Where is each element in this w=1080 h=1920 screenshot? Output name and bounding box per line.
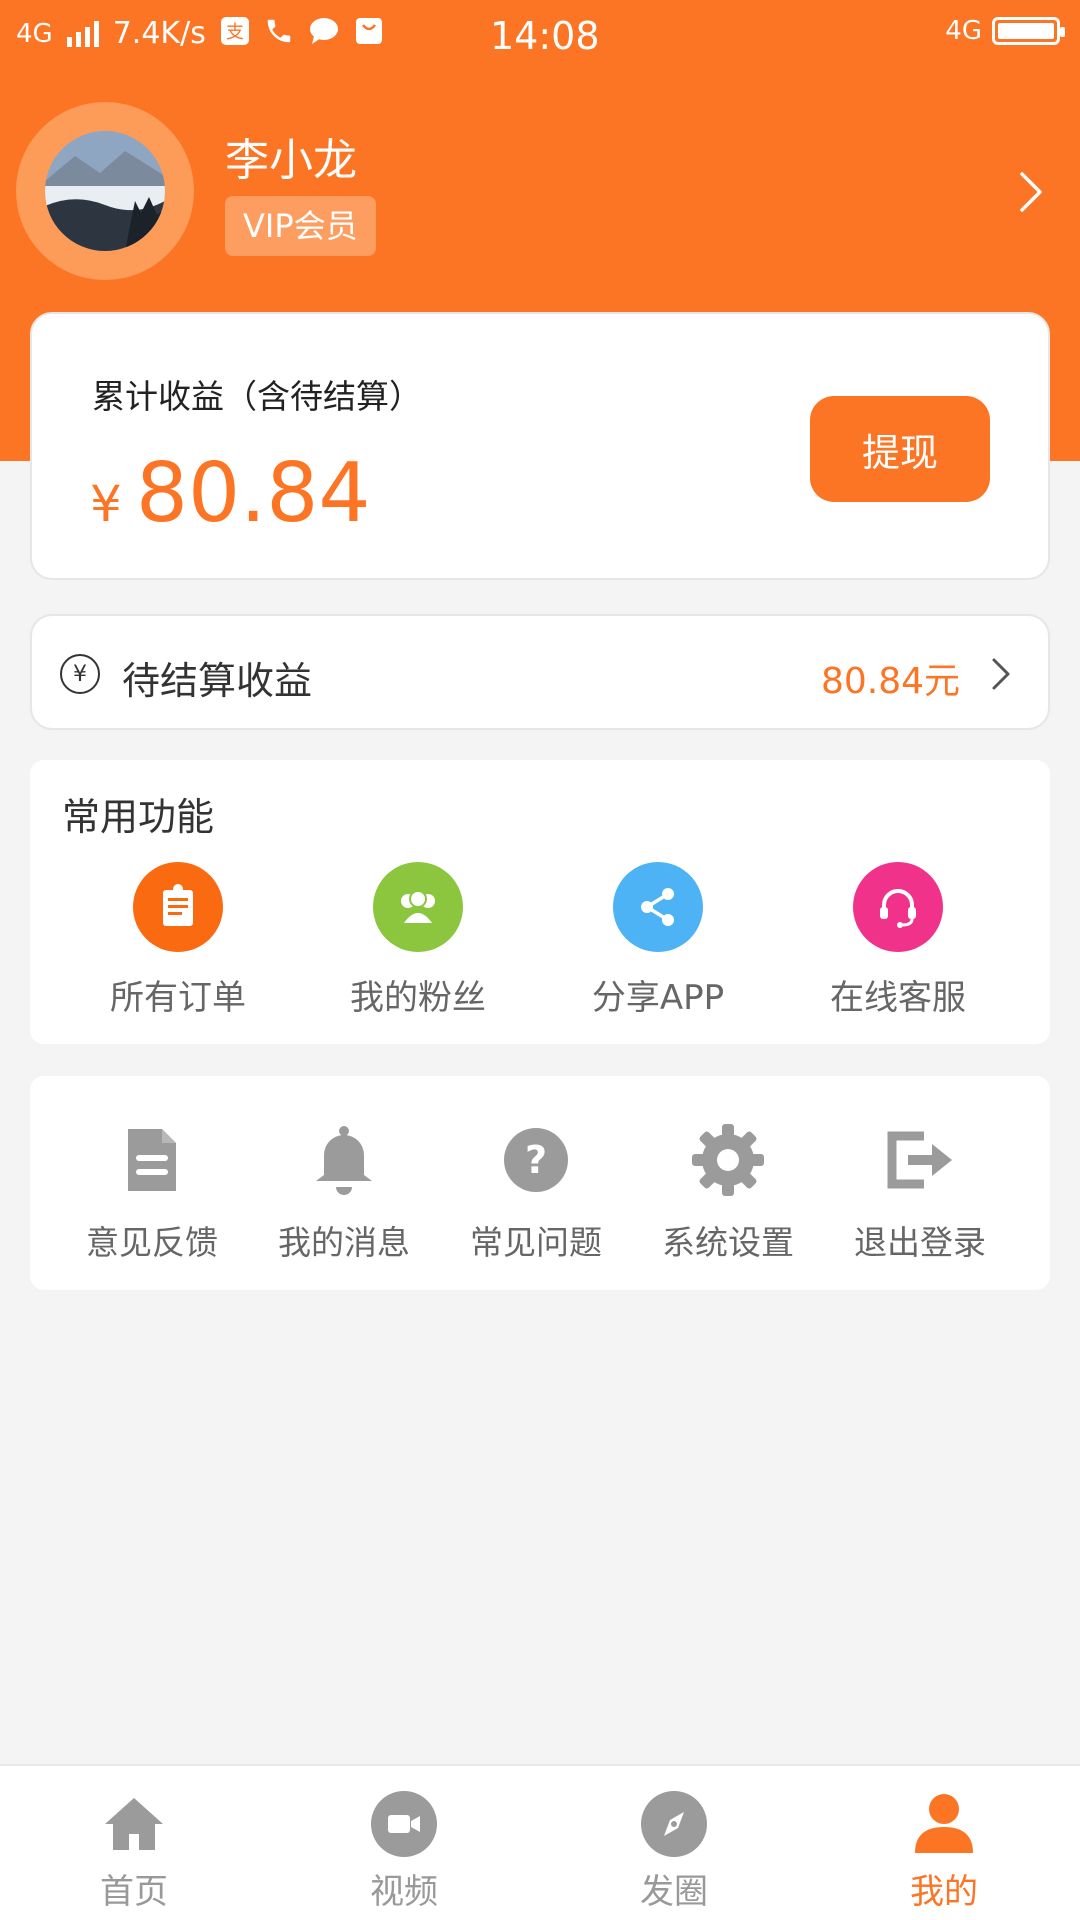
share-icon: [613, 862, 703, 952]
nav-label: 视频: [370, 1872, 438, 1912]
chevron-right-icon: [988, 654, 1014, 694]
pending-earnings-value: 80.84元: [820, 661, 960, 702]
svg-text:支: 支: [226, 22, 244, 43]
earnings-value: 80.84: [135, 446, 371, 541]
logout-icon: [880, 1120, 960, 1200]
user-name: 李小龙: [225, 135, 357, 186]
function-label: 我的粉丝: [350, 978, 486, 1018]
my-messages-button[interactable]: 我的消息: [254, 1120, 434, 1264]
earnings-card: 累计收益（含待结算） ¥ 80.84 提现: [30, 312, 1050, 580]
nav-moments[interactable]: 发圈: [574, 1788, 774, 1913]
all-orders-button[interactable]: 所有订单: [78, 862, 278, 1019]
chevron-right-icon[interactable]: [1010, 168, 1050, 216]
tools-card: 意见反馈 我的消息 ? 常见问题 系统设置 退出登录: [30, 1076, 1050, 1290]
currency-symbol: ¥: [90, 475, 122, 533]
nav-video[interactable]: 视频: [304, 1788, 504, 1913]
settings-button[interactable]: 系统设置: [638, 1120, 818, 1264]
phone-icon: [264, 16, 294, 51]
online-service-button[interactable]: 在线客服: [798, 862, 998, 1019]
bell-icon: [304, 1120, 384, 1200]
feedback-button[interactable]: 意见反馈: [62, 1120, 242, 1264]
orders-icon: [133, 862, 223, 952]
gear-icon: [688, 1120, 768, 1200]
signal-icon: [66, 20, 99, 47]
battery-icon: [992, 17, 1065, 45]
tool-label: 我的消息: [278, 1223, 410, 1262]
shopping-bag-icon: [354, 16, 384, 51]
yen-coin-icon: ¥: [60, 654, 100, 694]
section-title: 常用功能: [62, 795, 215, 839]
question-icon: ?: [496, 1120, 576, 1200]
pending-earnings-row[interactable]: ¥ 待结算收益 80.84元: [30, 614, 1050, 730]
status-bar: 4G 7.4K/s 支 14:08 4G: [0, 0, 1080, 76]
nav-home[interactable]: 首页: [34, 1788, 234, 1913]
nav-mine[interactable]: 我的: [844, 1788, 1044, 1913]
earnings-label: 累计收益（含待结算）: [92, 377, 422, 416]
bottom-nav: 首页 视频 发圈 我的: [0, 1764, 1080, 1920]
earnings-amount: ¥ 80.84: [90, 446, 371, 541]
vip-badge: VIP会员: [225, 196, 376, 256]
compass-icon: [638, 1788, 710, 1860]
nav-label: 我的: [910, 1872, 978, 1912]
headset-icon: [853, 862, 943, 952]
fans-icon: [373, 862, 463, 952]
home-icon: [98, 1788, 170, 1860]
tool-label: 意见反馈: [86, 1223, 218, 1262]
pending-earnings-label: 待结算收益: [122, 659, 313, 703]
svg-text:?: ?: [525, 1138, 547, 1182]
network-speed: 7.4K/s: [112, 16, 206, 51]
nav-label: 首页: [100, 1872, 168, 1912]
feedback-icon: [112, 1120, 192, 1200]
user-icon: [908, 1788, 980, 1860]
share-app-button[interactable]: 分享APP: [558, 862, 758, 1019]
network-type-left: 4G: [16, 18, 53, 49]
my-fans-button[interactable]: 我的粉丝: [318, 862, 518, 1019]
logout-button[interactable]: 退出登录: [830, 1120, 1010, 1264]
message-icon: [308, 16, 340, 51]
nav-label: 发圈: [640, 1872, 708, 1912]
function-label: 所有订单: [110, 978, 246, 1018]
function-label: 分享APP: [591, 978, 725, 1018]
avatar[interactable]: [45, 131, 165, 251]
network-type-right: 4G: [945, 16, 982, 46]
tool-label: 系统设置: [662, 1223, 794, 1262]
withdraw-button[interactable]: 提现: [810, 396, 990, 502]
common-functions-card: 常用功能 所有订单 我的粉丝 分享APP 在线客服: [30, 760, 1050, 1044]
faq-button[interactable]: ? 常见问题: [446, 1120, 626, 1264]
function-label: 在线客服: [830, 978, 966, 1018]
clock: 14:08: [490, 14, 600, 58]
video-icon: [368, 1788, 440, 1860]
alipay-icon: 支: [220, 16, 250, 51]
tool-label: 退出登录: [854, 1223, 986, 1262]
tool-label: 常见问题: [470, 1223, 602, 1262]
